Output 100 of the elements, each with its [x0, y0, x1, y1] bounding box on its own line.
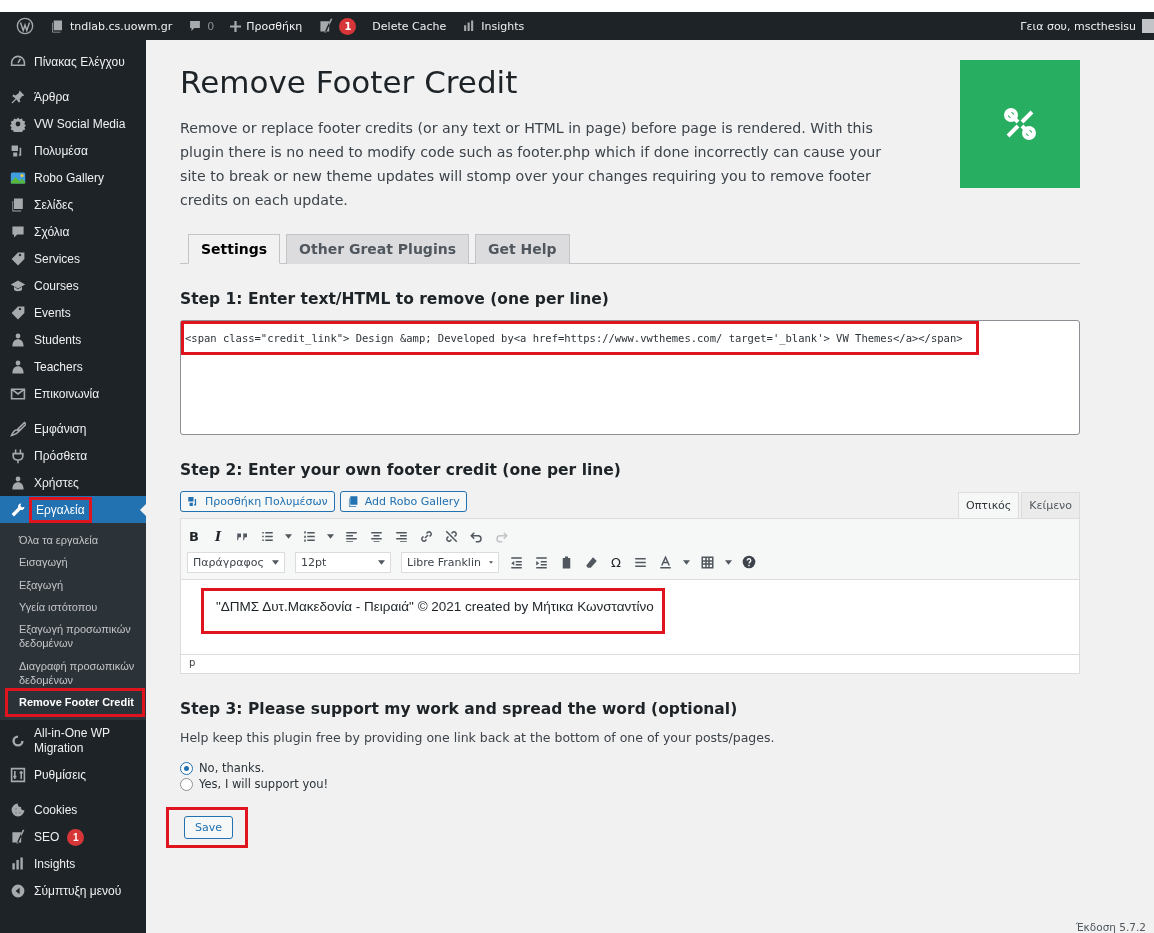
step-heading: Step 2: Enter your own footer credit (one per line): [180, 461, 622, 479]
radio-label[interactable]: No, thanks.: [199, 761, 265, 775]
sidebar-item[interactable]: Teachers: [0, 353, 146, 380]
sidebar-item[interactable]: Πολυμέσα: [0, 137, 146, 164]
element-path: p: [181, 654, 1079, 673]
submenu-item[interactable]: Remove Footer Credit: [8, 691, 142, 714]
collapse-arrow-icon: [10, 883, 26, 900]
comment-count[interactable]: 0: [207, 19, 215, 33]
pages-icon: [10, 196, 26, 213]
sidebar-item[interactable]: Εργαλεία: [0, 496, 146, 523]
person-icon: [10, 474, 26, 491]
submenu-item[interactable]: Υγεία ιστότοπου: [0, 595, 146, 619]
submenu-item[interactable]: Όλα τα εργαλεία: [0, 529, 146, 552]
step-heading: Step 3: Please support my work and spread the word (optional): [180, 700, 739, 718]
radio-button[interactable]: [180, 761, 193, 775]
sidebar-item[interactable]: Robo Gallery: [0, 164, 146, 191]
submenu-item[interactable]: Διαγραφή προσωπικών δεδομένων: [0, 654, 146, 692]
sidebar-item[interactable]: Πρόσθετα: [0, 442, 146, 469]
help-icon[interactable]: [742, 555, 756, 569]
radio-label[interactable]: Yes, I will support you!: [199, 777, 329, 791]
insights-link[interactable]: Insights: [481, 19, 525, 33]
notification-badge: 1: [67, 828, 85, 846]
numbered-list-icon[interactable]: [302, 528, 317, 544]
link-icon[interactable]: [419, 528, 434, 544]
tab[interactable]: Other Great Plugins: [286, 234, 469, 264]
sidebar-item[interactable]: Ρυθμίσεις: [0, 761, 146, 789]
special-character-button[interactable]: Ω: [609, 554, 623, 570]
tab[interactable]: Settings: [188, 234, 281, 264]
submenu-item[interactable]: Εξαγωγή: [0, 573, 146, 596]
caret-icon: [272, 559, 279, 565]
sidebar-item[interactable]: Courses: [0, 272, 146, 299]
sidebar-item[interactable]: Events: [0, 299, 146, 326]
caret-icon: [683, 559, 690, 565]
bold-button[interactable]: B: [187, 528, 201, 544]
add-media-button[interactable]: Προσθήκη Πολυμέσων: [180, 491, 335, 512]
speech-bubble-icon: [10, 223, 26, 240]
save-button[interactable]: Save: [184, 816, 233, 839]
editor-tab[interactable]: Κείμενο: [1021, 492, 1080, 518]
sidebar-item[interactable]: Επικοινωνία: [0, 380, 146, 407]
sidebar-item[interactable]: Πίνακας Ελέγχου: [0, 48, 146, 75]
greeting[interactable]: Γεια σου, mscthesisu: [1020, 19, 1136, 33]
editor-tab[interactable]: Οπτικός: [958, 492, 1020, 518]
person-icon: [10, 331, 26, 348]
sidebar-item[interactable]: VW Social Media: [0, 110, 146, 137]
tag-icon: [10, 250, 26, 267]
wrench-icon: [10, 501, 26, 518]
plug-icon: [10, 447, 26, 464]
bar-chart-icon: [10, 856, 26, 873]
font-size-dropdown[interactable]: 12pt: [295, 551, 391, 573]
version-text: Έκδοση 5.7.2: [1075, 921, 1146, 933]
ring-icon: [10, 732, 26, 749]
paintbrush-icon: [10, 420, 26, 437]
site-link[interactable]: tndlab.cs.uowm.gr: [70, 19, 173, 33]
sidebar-item[interactable]: Χρήστες: [0, 469, 146, 496]
sidebar-item[interactable]: Σελίδες: [0, 191, 146, 218]
sidebar-item[interactable]: Σύμπτυξη μενού: [0, 877, 146, 905]
wordpress-logo-icon[interactable]: [16, 17, 34, 35]
format-dropdown[interactable]: Παράγραφος: [187, 551, 285, 573]
text-color-icon[interactable]: [658, 554, 673, 570]
sidebar-item[interactable]: SEO 1: [0, 823, 146, 851]
sidebar-item[interactable]: Insights: [0, 850, 146, 878]
tag-icon: [10, 304, 26, 321]
caret-icon: [285, 533, 292, 539]
pushpin-icon: [10, 88, 26, 105]
plugin-description: Remove or replace footer credits (or any text or HTML in page) before page is rendered. With this plugin there is no need to modify code such as footer.php which if done incorrectly can cause your site to break or new theme updates will stomp over your changes requiring you to remove footer credits on each update.: [180, 119, 883, 210]
sidebar-item[interactable]: Students: [0, 326, 146, 353]
italic-button[interactable]: I: [211, 528, 225, 544]
submenu-item[interactable]: Εξαγωγή προσωπικών δεδομένων: [0, 618, 146, 655]
gear-icon: [10, 115, 26, 132]
notification-badge: 1: [339, 17, 357, 35]
caret-icon: [327, 533, 334, 539]
tab[interactable]: Get Help: [475, 234, 570, 264]
sidebar-item[interactable]: Cookies: [0, 796, 146, 824]
submenu-item[interactable]: Εισαγωγή: [0, 551, 146, 574]
delete-cache-link[interactable]: Delete Cache: [372, 19, 447, 33]
font-family-dropdown[interactable]: Libre Franklin: [401, 551, 499, 573]
new-menu[interactable]: Προσθήκη: [246, 19, 303, 33]
table-icon[interactable]: [700, 554, 715, 570]
caret-icon: [488, 559, 493, 565]
sidebar-item[interactable]: All-in-One WP Migration: [0, 719, 146, 762]
gallery-icon: [346, 495, 360, 508]
avatar: [1142, 19, 1154, 33]
caret-icon: [725, 559, 732, 565]
sidebar-item[interactable]: Σχόλια: [0, 218, 146, 245]
sidebar-item[interactable]: Services: [0, 245, 146, 272]
caret-icon: [378, 559, 385, 565]
sidebar-item[interactable]: Εμφάνιση: [0, 415, 146, 442]
sidebar-item[interactable]: Άρθρα: [0, 83, 146, 110]
outdent-icon[interactable]: [509, 554, 524, 570]
picture-icon: [10, 169, 26, 186]
textarea-field[interactable]: <span class="credit_link"> Design &amp; Developed by<a href=https://www.vwthemes.com/ target='_blank'> VW Themes</a></span>: [180, 320, 1080, 435]
person-icon: [10, 358, 26, 375]
envelope-icon: [10, 385, 26, 402]
radio-button[interactable]: [180, 777, 193, 791]
editor-content[interactable]: "ΔΠΜΣ Δυτ.Μακεδονία - Πειραιά" © 2021 created by Μήτικα Κωνσταντίνο: [201, 588, 665, 634]
indent-icon[interactable]: [534, 554, 549, 570]
cookie-icon: [10, 802, 26, 819]
add-gallery-button[interactable]: Add Robo Gallery: [339, 491, 467, 512]
unlink-icon[interactable]: [444, 528, 459, 544]
page-title: Remove Footer Credit: [180, 64, 519, 100]
